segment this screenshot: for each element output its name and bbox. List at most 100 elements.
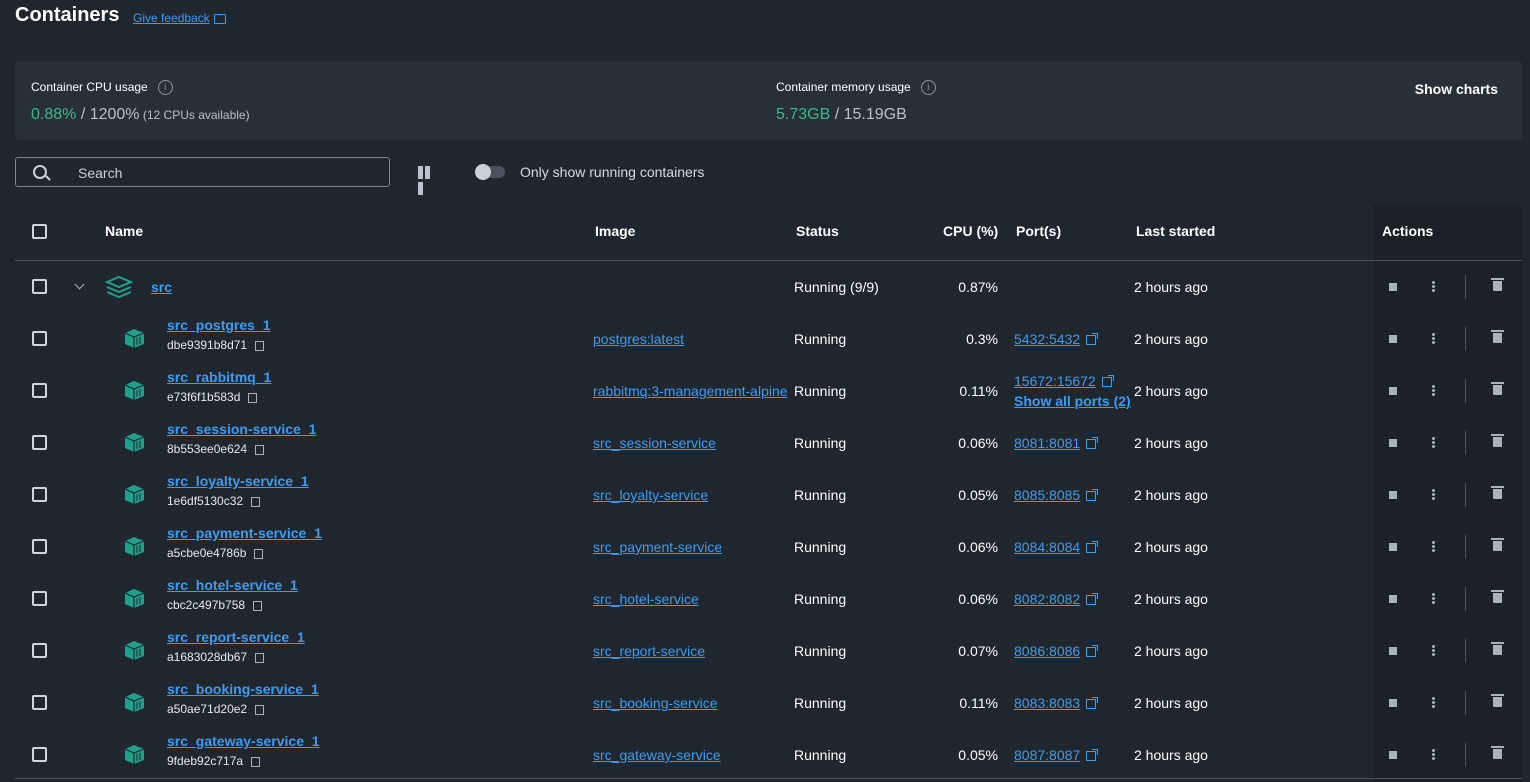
trash-icon[interactable]	[1491, 278, 1504, 291]
port-link[interactable]: 15672:15672	[1014, 373, 1114, 389]
container-name-link[interactable]: src_payment-service_1	[167, 525, 322, 541]
row-checkbox[interactable]	[32, 331, 47, 346]
port-link[interactable]: 8087:8087	[1014, 747, 1099, 763]
more-icon[interactable]	[1432, 645, 1435, 657]
select-all-checkbox[interactable]	[32, 224, 47, 239]
table-row[interactable]: src_gateway-service_1 9fdeb92c717a src_gat…	[15, 729, 1522, 781]
copy-icon[interactable]	[251, 756, 261, 767]
header-status[interactable]: Status	[796, 223, 839, 239]
trash-icon[interactable]	[1491, 590, 1504, 603]
stop-icon[interactable]	[1389, 335, 1397, 343]
stop-icon[interactable]	[1389, 439, 1397, 447]
show-all-ports-link[interactable]: Show all ports (2)	[1014, 393, 1131, 409]
copy-icon[interactable]	[255, 340, 265, 351]
stop-icon[interactable]	[1389, 283, 1397, 291]
table-row[interactable]: src_rabbitmq_1 e73f6f1b583d rabbitmq:3-man…	[15, 365, 1522, 417]
trash-icon[interactable]	[1491, 694, 1504, 707]
more-icon[interactable]	[1432, 541, 1435, 553]
copy-icon[interactable]	[251, 496, 261, 507]
table-row[interactable]: src_postgres_1 dbe9391b8d71 postgres:lates…	[15, 313, 1522, 365]
more-icon[interactable]	[1432, 593, 1435, 605]
copy-icon[interactable]	[255, 652, 265, 663]
port-link[interactable]: 8086:8086	[1014, 643, 1099, 659]
container-name-link[interactable]: src_session-service_1	[167, 421, 316, 437]
search-box[interactable]	[15, 157, 390, 187]
more-icon[interactable]	[1432, 437, 1435, 449]
container-name-link[interactable]: src_booking-service_1	[167, 681, 319, 697]
row-checkbox[interactable]	[32, 487, 47, 502]
port-link[interactable]: 8082:8082	[1014, 591, 1099, 607]
group-name-link[interactable]: src	[151, 279, 172, 295]
header-image[interactable]: Image	[595, 223, 635, 239]
stop-icon[interactable]	[1389, 751, 1397, 759]
row-checkbox[interactable]	[32, 747, 47, 762]
image-link[interactable]: src_loyalty-service	[593, 487, 793, 503]
give-feedback-link[interactable]: Give feedback	[133, 11, 226, 25]
stop-icon[interactable]	[1389, 491, 1397, 499]
row-checkbox[interactable]	[32, 539, 47, 554]
port-link[interactable]: 8081:8081	[1014, 435, 1099, 451]
table-row[interactable]: src_report-service_1 a1683028db67 src_repo…	[15, 625, 1522, 677]
container-name-link[interactable]: src_loyalty-service_1	[167, 473, 309, 489]
copy-icon[interactable]	[255, 444, 265, 455]
row-checkbox[interactable]	[32, 695, 47, 710]
header-last-started[interactable]: Last started	[1136, 223, 1215, 239]
table-row[interactable]: src_payment-service_1 a5cbe0e4786b src_pay…	[15, 521, 1522, 573]
image-link[interactable]: src_booking-service	[593, 695, 793, 711]
copy-icon[interactable]	[248, 392, 258, 403]
header-cpu[interactable]: CPU (%)	[943, 223, 998, 239]
container-name-link[interactable]: src_rabbitmq_1	[167, 369, 271, 385]
port-link[interactable]: 8085:8085	[1014, 487, 1099, 503]
columns-icon[interactable]	[418, 166, 437, 195]
row-checkbox[interactable]	[32, 643, 47, 658]
container-name-link[interactable]: src_report-service_1	[167, 629, 305, 645]
row-checkbox[interactable]	[32, 279, 47, 294]
chevron-down-icon[interactable]	[74, 279, 85, 290]
image-link[interactable]: src_report-service	[593, 643, 793, 659]
trash-icon[interactable]	[1491, 642, 1504, 655]
table-row[interactable]: src_loyalty-service_1 1e6df5130c32 src_loy…	[15, 469, 1522, 521]
header-ports[interactable]: Port(s)	[1016, 223, 1061, 239]
header-name[interactable]: Name	[105, 223, 143, 239]
more-icon[interactable]	[1432, 489, 1435, 501]
running-only-toggle[interactable]	[475, 164, 505, 180]
copy-icon[interactable]	[254, 548, 264, 559]
more-icon[interactable]	[1432, 333, 1435, 345]
show-charts-button[interactable]: Show charts	[1415, 81, 1498, 97]
more-icon[interactable]	[1432, 281, 1435, 293]
table-row[interactable]: src_booking-service_1 a50ae71d20e2 src_boo…	[15, 677, 1522, 729]
trash-icon[interactable]	[1491, 538, 1504, 551]
trash-icon[interactable]	[1491, 330, 1504, 343]
copy-icon[interactable]	[253, 600, 263, 611]
image-link[interactable]: rabbitmq:3-management-alpine	[593, 383, 793, 399]
stop-icon[interactable]	[1389, 647, 1397, 655]
table-row[interactable]: src_hotel-service_1 cbc2c497b758 src_hotel…	[15, 573, 1522, 625]
stop-icon[interactable]	[1389, 543, 1397, 551]
trash-icon[interactable]	[1491, 746, 1504, 759]
group-row[interactable]: src Running (9/9) 0.87% 2 hours ago	[15, 261, 1522, 313]
more-icon[interactable]	[1432, 697, 1435, 709]
port-link[interactable]: 5432:5432	[1014, 331, 1099, 347]
image-link[interactable]: src_payment-service	[593, 539, 793, 555]
image-link[interactable]: src_hotel-service	[593, 591, 793, 607]
info-icon[interactable]: i	[157, 80, 173, 96]
trash-icon[interactable]	[1491, 486, 1504, 499]
container-name-link[interactable]: src_hotel-service_1	[167, 577, 298, 593]
copy-icon[interactable]	[255, 704, 265, 715]
stop-icon[interactable]	[1389, 595, 1397, 603]
container-name-link[interactable]: src_postgres_1	[167, 317, 271, 333]
port-link[interactable]: 8083:8083	[1014, 695, 1099, 711]
stop-icon[interactable]	[1389, 699, 1397, 707]
more-icon[interactable]	[1432, 749, 1435, 761]
trash-icon[interactable]	[1491, 382, 1504, 395]
row-checkbox[interactable]	[32, 591, 47, 606]
search-input[interactable]	[76, 162, 380, 184]
container-name-link[interactable]: src_gateway-service_1	[167, 733, 320, 749]
image-link[interactable]: src_gateway-service	[593, 747, 793, 763]
trash-icon[interactable]	[1491, 434, 1504, 447]
more-icon[interactable]	[1432, 385, 1435, 397]
port-link[interactable]: 8084:8084	[1014, 539, 1099, 555]
table-row[interactable]: src_session-service_1 8b553ee0e624 src_ses…	[15, 417, 1522, 469]
row-checkbox[interactable]	[32, 383, 47, 398]
image-link[interactable]: src_session-service	[593, 435, 793, 451]
